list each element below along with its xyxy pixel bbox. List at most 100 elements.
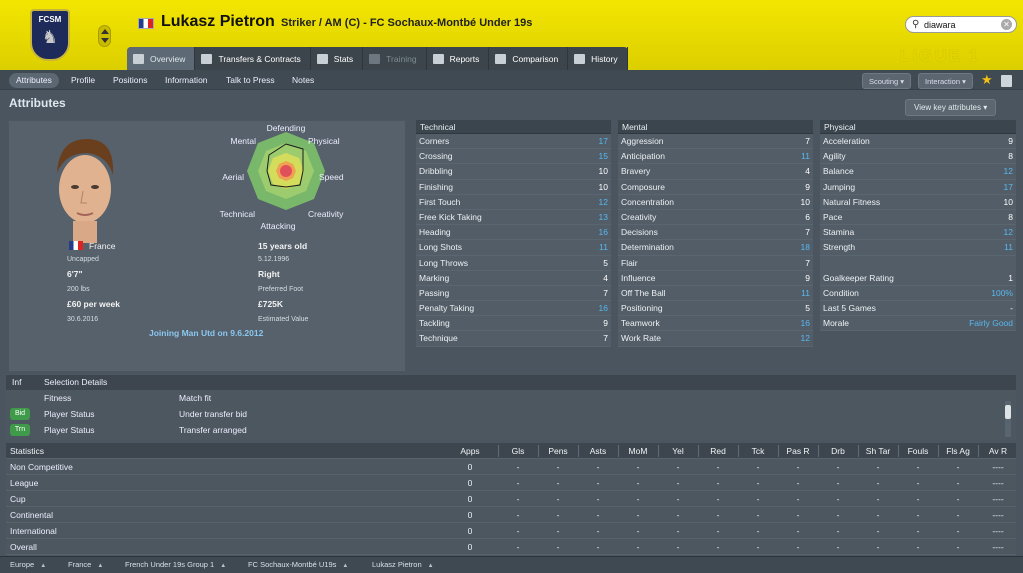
attribute-row[interactable]: Natural Fitness 10 bbox=[820, 195, 1016, 210]
attribute-row[interactable]: Long Throws 5 bbox=[416, 256, 611, 271]
attribute-row[interactable]: First Touch 12 bbox=[416, 195, 611, 210]
note-icon[interactable] bbox=[1001, 75, 1012, 87]
column-header[interactable]: Red bbox=[700, 443, 736, 459]
selection-detail-row[interactable]: Fitness Match fit bbox=[6, 391, 1006, 406]
attribute-row[interactable]: Agility 8 bbox=[820, 149, 1016, 165]
player-role[interactable]: Striker / AM (C) - FC Sochaux-Montbé Und… bbox=[281, 17, 532, 29]
table-row[interactable]: Non Competitive 0- - - - - - - - - - - - ---- bbox=[6, 459, 1016, 475]
table-row[interactable]: Overall 0- - - - - - - - - - - - ---- bbox=[6, 539, 1016, 555]
attribute-row[interactable]: Marking 4 bbox=[416, 271, 611, 286]
breadcrumb-item[interactable]: French Under 19s Group 1 ▲ bbox=[125, 560, 226, 569]
attribute-row[interactable]: Influence 9 bbox=[618, 271, 813, 286]
breadcrumb-item[interactable]: FC Sochaux-Montbé U19s ▲ bbox=[248, 560, 348, 569]
search-input[interactable] bbox=[924, 19, 994, 31]
attribute-row[interactable]: Work Rate 12 bbox=[618, 331, 813, 347]
subnav-positions[interactable]: Positions bbox=[106, 73, 155, 88]
attribute-row[interactable]: Concentration 10 bbox=[618, 195, 813, 210]
column-header[interactable]: Drb bbox=[820, 443, 856, 459]
search-box[interactable]: ⚲ ✕ bbox=[905, 16, 1017, 33]
attribute-row[interactable]: Teamwork 16 bbox=[618, 316, 813, 332]
clear-search-icon[interactable]: ✕ bbox=[1001, 19, 1012, 30]
subnav-notes[interactable]: Notes bbox=[285, 73, 321, 88]
column-header[interactable]: Apps bbox=[452, 443, 488, 459]
attribute-row[interactable]: Last 5 Games - bbox=[820, 301, 1016, 317]
view-key-attributes-button[interactable]: View key attributes ▾ bbox=[905, 99, 997, 116]
attribute-row[interactable]: Finishing 10 bbox=[416, 180, 611, 195]
attribute-row[interactable]: Aggression 7 bbox=[618, 134, 813, 150]
attribute-row[interactable]: Passing 7 bbox=[416, 286, 611, 302]
attribute-row[interactable]: Decisions 7 bbox=[618, 225, 813, 241]
interaction-dropdown[interactable]: Interaction ▾ bbox=[918, 73, 973, 89]
tab-stats[interactable]: Stats bbox=[311, 47, 364, 70]
details-scrollbar[interactable] bbox=[1005, 401, 1011, 437]
subnav-talk-to-press[interactable]: Talk to Press bbox=[219, 73, 282, 88]
scouting-dropdown[interactable]: Scouting ▾ bbox=[862, 73, 912, 89]
tab-overview[interactable]: Overview bbox=[127, 47, 196, 70]
attribute-row[interactable]: Pace 8 bbox=[820, 210, 1016, 226]
table-row[interactable]: Cup 0- - - - - - - - - - - - ---- bbox=[6, 491, 1016, 507]
breadcrumb-item[interactable]: Lukasz Pietron ▲ bbox=[372, 560, 434, 569]
arrow-down-icon[interactable] bbox=[101, 38, 109, 43]
attribute-row[interactable]: Morale Fairly Good bbox=[820, 316, 1016, 332]
attribute-row[interactable]: Corners 17 bbox=[416, 134, 611, 150]
column-header[interactable]: Asts bbox=[580, 443, 616, 459]
arrow-up-icon[interactable] bbox=[101, 29, 109, 34]
attribute-row[interactable]: Bravery 4 bbox=[618, 164, 813, 180]
attribute-name: Passing bbox=[419, 287, 450, 298]
subnav-information[interactable]: Information bbox=[158, 73, 215, 88]
attribute-row[interactable]: Strength 11 bbox=[820, 240, 1016, 256]
column-header[interactable]: Pas R bbox=[780, 443, 816, 459]
selection-detail-row[interactable]: Bid Player Status Under transfer bid bbox=[6, 407, 1006, 422]
attribute-row[interactable]: Stamina 12 bbox=[820, 225, 1016, 241]
column-header[interactable]: MoM bbox=[620, 443, 656, 459]
column-header[interactable]: Tck bbox=[740, 443, 776, 459]
column-header[interactable]: Sh Tar bbox=[860, 443, 896, 459]
attribute-row[interactable]: Jumping 17 bbox=[820, 180, 1016, 195]
attribute-row[interactable]: Balance 12 bbox=[820, 164, 1016, 180]
attribute-row[interactable]: Condition 100% bbox=[820, 286, 1016, 301]
breadcrumb-item[interactable]: France ▲ bbox=[68, 560, 103, 569]
attribute-row[interactable]: Long Shots 11 bbox=[416, 240, 611, 256]
selection-detail-row[interactable]: Trn Player Status Transfer arranged bbox=[6, 423, 1006, 438]
table-row[interactable]: League 0- - - - - - - - - - - - ---- bbox=[6, 475, 1016, 491]
column-header[interactable]: Fls Ag bbox=[940, 443, 976, 459]
column-header[interactable]: Pens bbox=[540, 443, 576, 459]
column-header[interactable]: Fouls bbox=[900, 443, 936, 459]
attribute-row[interactable]: Creativity 6 bbox=[618, 210, 813, 226]
table-row[interactable]: International 0- - - - - - - - - - - - ---- bbox=[6, 523, 1016, 539]
transfer-note[interactable]: Joining Man Utd on 9.6.2012 bbox=[149, 328, 263, 338]
table-row[interactable]: Continental 0- - - - - - - - - - - - ---- bbox=[6, 507, 1016, 523]
attribute-row[interactable]: Penalty Taking 16 bbox=[416, 301, 611, 317]
attribute-row[interactable]: Free Kick Taking 13 bbox=[416, 210, 611, 226]
attribute-row[interactable]: Composure 9 bbox=[618, 180, 813, 195]
tab-comparison[interactable]: Comparison bbox=[489, 47, 569, 70]
attribute-row[interactable]: Dribbling 10 bbox=[416, 164, 611, 180]
attribute-row[interactable]: Tackling 9 bbox=[416, 316, 611, 332]
column-header[interactable]: Av R bbox=[980, 443, 1016, 459]
player-switch-control[interactable] bbox=[98, 25, 111, 47]
attribute-row[interactable]: Heading 16 bbox=[416, 225, 611, 241]
france-flag-icon bbox=[138, 18, 154, 29]
attribute-row[interactable]: Positioning 5 bbox=[618, 301, 813, 317]
attribute-row[interactable]: Flair 7 bbox=[618, 256, 813, 271]
tab-reports[interactable]: Reports bbox=[427, 47, 490, 70]
subnav-attributes[interactable]: Attributes bbox=[9, 73, 59, 88]
tab-history[interactable]: History bbox=[568, 47, 628, 70]
attribute-row[interactable]: Technique 7 bbox=[416, 331, 611, 347]
scrollbar-thumb[interactable] bbox=[1005, 405, 1011, 419]
column-header[interactable]: Yel bbox=[660, 443, 696, 459]
attribute-row[interactable]: Acceleration 9 bbox=[820, 134, 1016, 150]
column-header[interactable]: Gls bbox=[500, 443, 536, 459]
breadcrumb-item[interactable]: Europe ▲ bbox=[10, 560, 46, 569]
preferred-foot-label: Preferred Foot bbox=[258, 286, 304, 293]
nationality-row[interactable]: France bbox=[69, 241, 115, 251]
club-crest[interactable]: FCSM ♞ bbox=[30, 9, 70, 61]
attribute-row[interactable]: Off The Ball 11 bbox=[618, 286, 813, 302]
attribute-row[interactable]: Crossing 15 bbox=[416, 149, 611, 165]
attribute-row[interactable]: Goalkeeper Rating 1 bbox=[820, 271, 1016, 286]
tab-transfers-contracts[interactable]: Transfers & Contracts bbox=[195, 47, 311, 70]
subnav-profile[interactable]: Profile bbox=[64, 73, 102, 88]
attribute-row[interactable]: Anticipation 11 bbox=[618, 149, 813, 165]
attribute-row[interactable]: Determination 18 bbox=[618, 240, 813, 256]
star-icon[interactable]: ★ bbox=[981, 72, 993, 88]
